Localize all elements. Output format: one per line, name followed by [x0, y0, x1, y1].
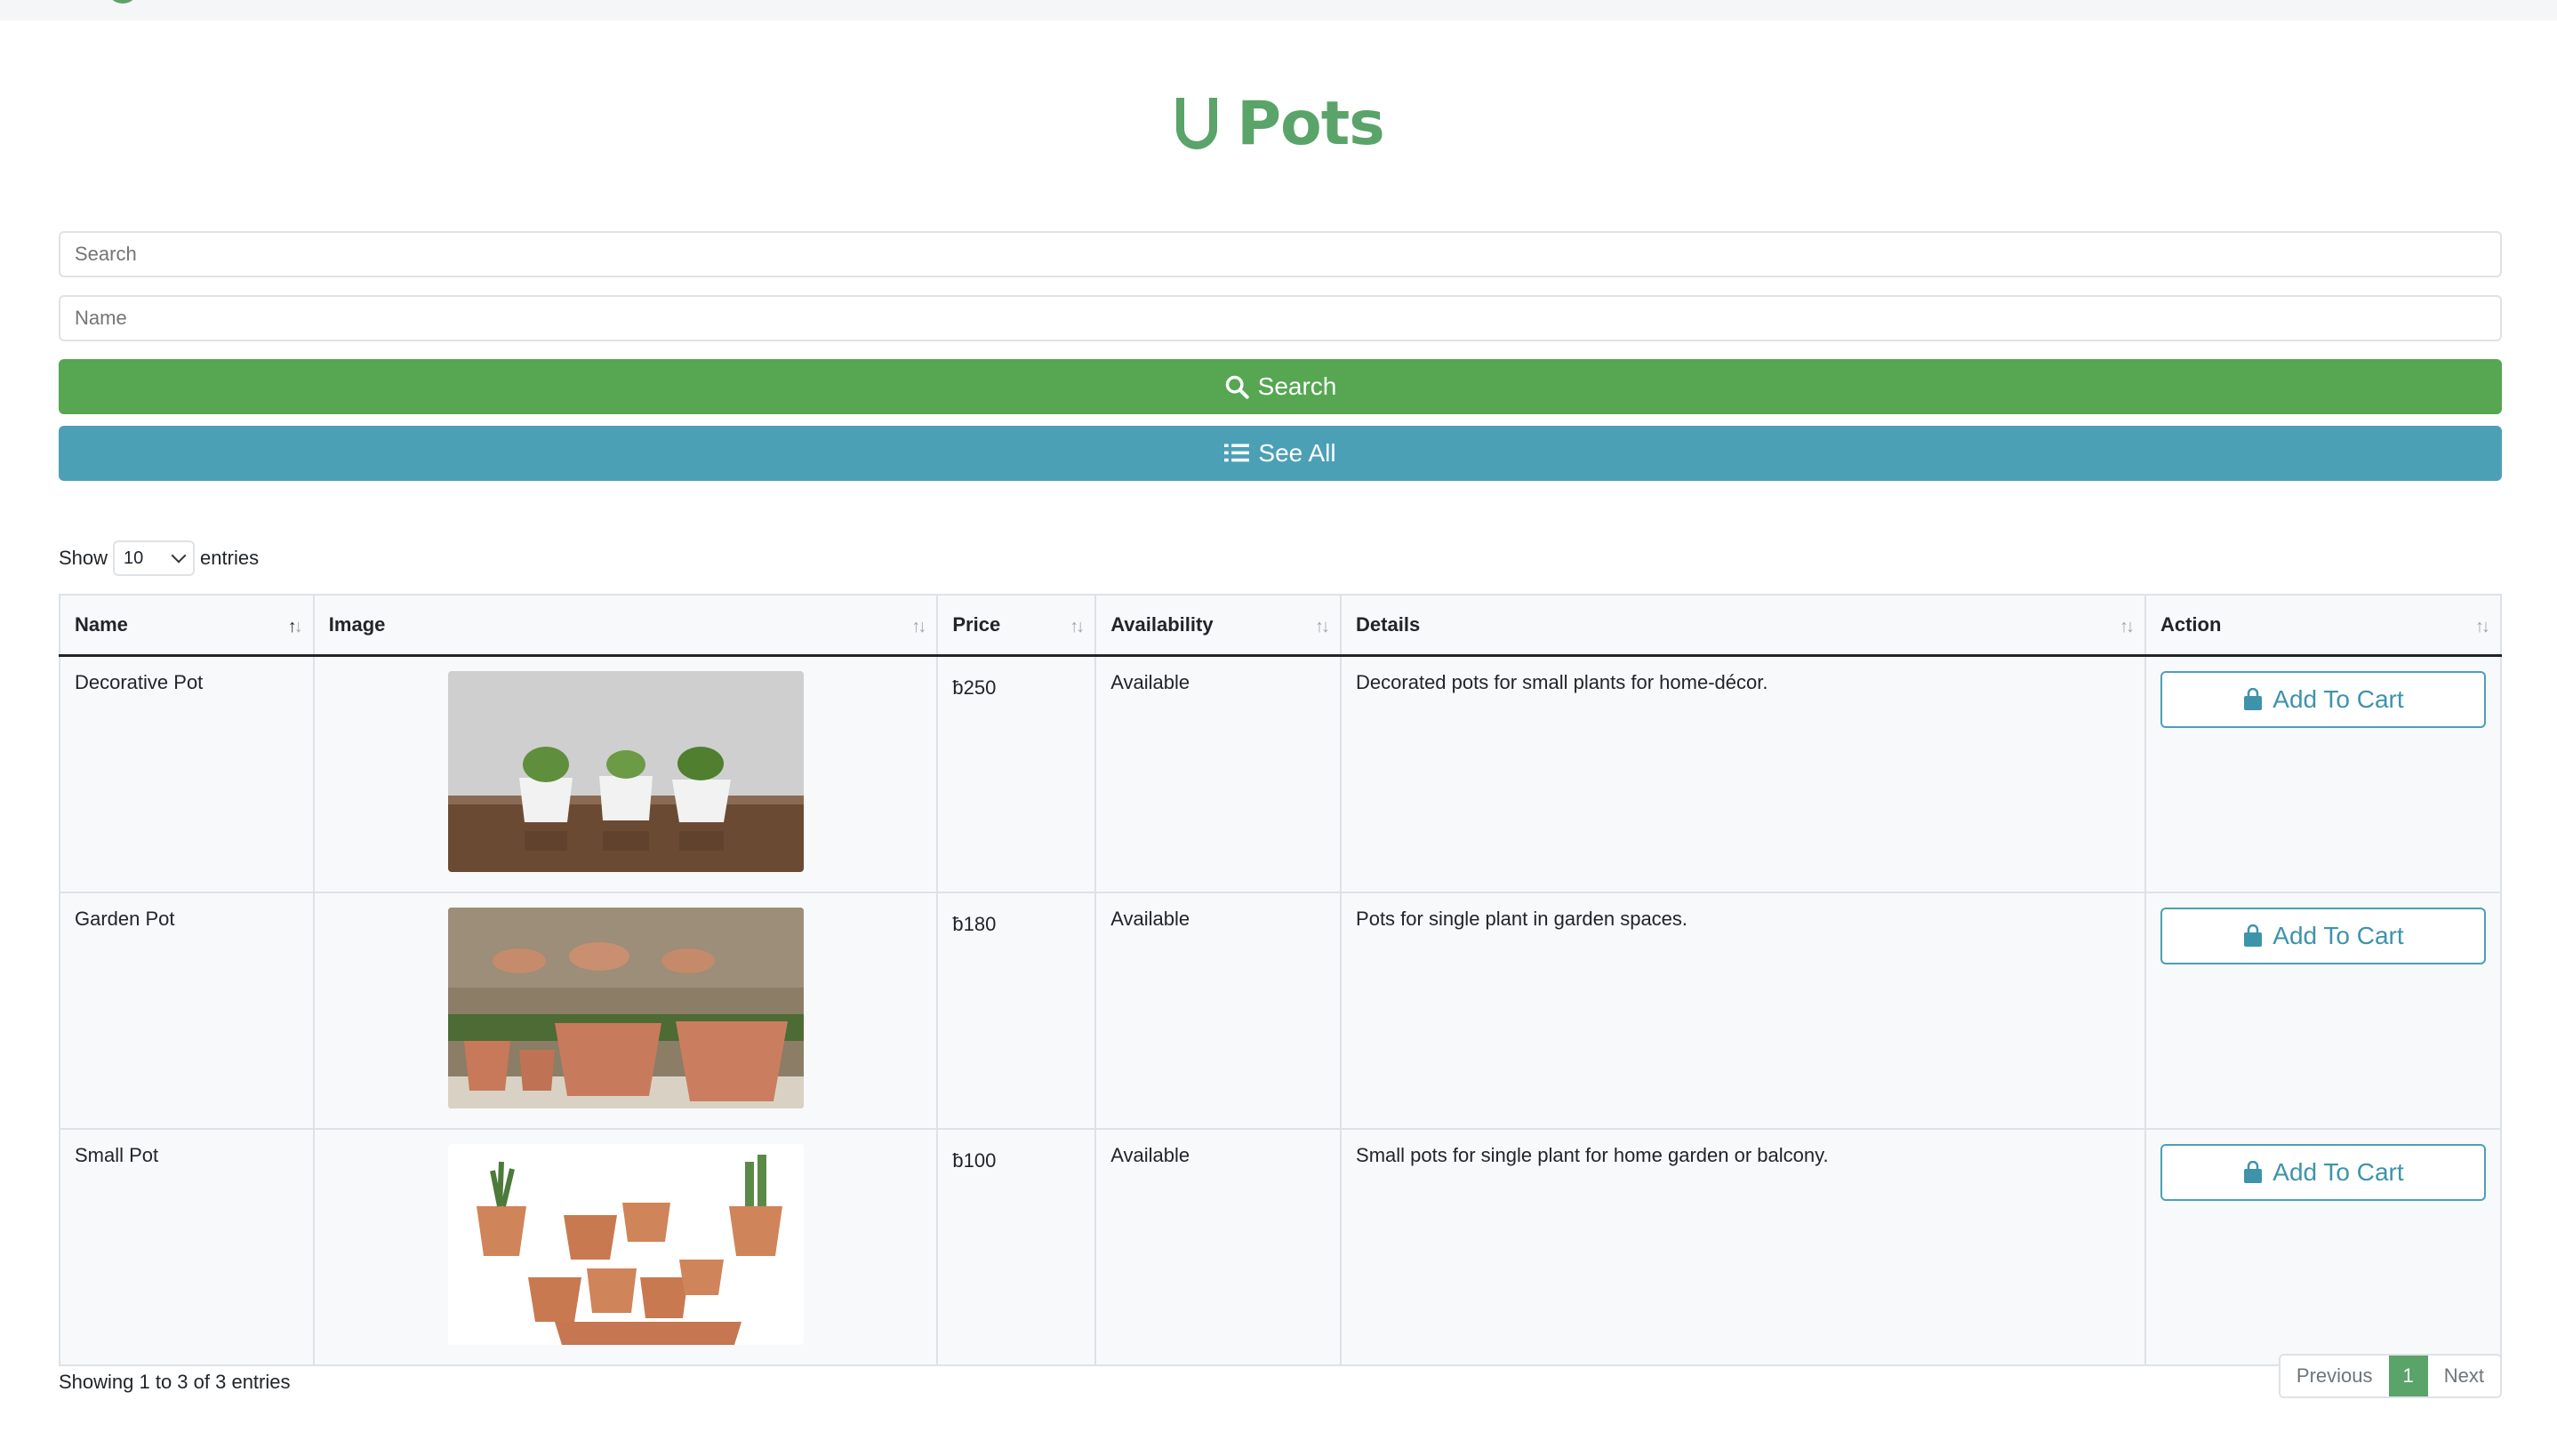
bag-icon [2244, 924, 2263, 947]
table-row: Decorative Pot ƀ250 Available Decorated … [59, 654, 2503, 893]
search-button[interactable]: Search [59, 359, 2502, 414]
cell-details: Pots for single plant in garden spaces. [1340, 891, 2146, 1130]
cell-name: Decorative Pot [59, 654, 315, 893]
entries-select-value: 10 [124, 548, 144, 568]
decorative-pot-image [447, 670, 804, 872]
sort-icon: ↑↓ [2119, 617, 2135, 636]
top-navbar [0, 0, 2557, 20]
cell-action: Add To Cart [2144, 1127, 2503, 1366]
column-header-label: Image [328, 612, 386, 636]
see-all-button-label: See All [1258, 439, 1336, 467]
cell-availability: Available [1094, 891, 1343, 1130]
cell-name: Garden Pot [59, 891, 315, 1130]
price-value: ƀ100 [952, 1148, 997, 1172]
u-logo-icon [1176, 98, 1218, 149]
page-title-text: Pots [1237, 89, 1385, 159]
previous-button[interactable]: Previous [2280, 1356, 2389, 1396]
page-button-current[interactable]: 1 [2388, 1356, 2428, 1396]
cell-price: ƀ100 [936, 1127, 1097, 1366]
add-to-cart-label: Add To Cart [2272, 1157, 2404, 1186]
cell-availability: Available [1094, 1127, 1343, 1366]
see-all-button[interactable]: See All [59, 426, 2502, 481]
sort-icon: ↑↓ [2475, 617, 2490, 636]
cell-image [312, 1127, 939, 1366]
price-value: ƀ180 [952, 912, 997, 935]
navbar-logo-fragment[interactable] [107, 0, 139, 4]
small-pot-image [447, 1143, 804, 1345]
cell-availability: Available [1094, 654, 1343, 893]
pagination: Previous 1 Next [2278, 1354, 2502, 1398]
search-input[interactable] [59, 231, 2502, 277]
sort-icon: ↑↓ [1315, 617, 1330, 636]
cell-name: Small Pot [59, 1127, 315, 1366]
column-header-name[interactable]: Name ↑↓ [59, 594, 315, 656]
column-header-availability[interactable]: Availability ↑↓ [1094, 594, 1343, 656]
column-header-label: Details [1356, 612, 1421, 636]
list-icon [1224, 444, 1250, 462]
bag-icon [2244, 1160, 2263, 1183]
search-icon [1225, 375, 1249, 399]
column-header-label: Price [952, 612, 1001, 636]
entries-label: entries [200, 547, 260, 569]
cell-price: ƀ180 [936, 891, 1097, 1130]
add-to-cart-label: Add To Cart [2272, 921, 2404, 949]
table-header-row: Name ↑↓ Image ↑↓ Price ↑↓ Availability ↑↓ De… [59, 594, 2503, 656]
add-to-cart-button[interactable]: Add To Cart [2160, 670, 2486, 728]
show-label: Show [59, 547, 108, 569]
table-row: Small Pot ƀ100 Available Small pots for … [59, 1127, 2503, 1366]
cell-price: ƀ250 [936, 654, 1097, 893]
column-header-action[interactable]: Action ↑↓ [2144, 594, 2503, 656]
add-to-cart-label: Add To Cart [2272, 684, 2404, 713]
entries-length-control: Show 10 entries [59, 540, 259, 576]
price-value: ƀ250 [952, 676, 997, 699]
garden-pot-image [447, 907, 804, 1108]
column-header-details[interactable]: Details ↑↓ [1340, 594, 2146, 656]
cell-details: Decorated pots for small plants for home… [1340, 654, 2146, 893]
search-button-label: Search [1257, 372, 1337, 400]
add-to-cart-button[interactable]: Add To Cart [2160, 1143, 2486, 1201]
table-row: Garden Pot ƀ180 Available Pots for singl… [59, 891, 2503, 1130]
column-header-image[interactable]: Image ↑↓ [312, 594, 939, 656]
sort-asc-icon: ↑↓ [287, 617, 303, 636]
column-header-label: Name [75, 612, 128, 636]
cell-details: Small pots for single plant for home gar… [1340, 1127, 2146, 1366]
cell-image [312, 891, 939, 1130]
cell-action: Add To Cart [2144, 891, 2503, 1130]
column-header-price[interactable]: Price ↑↓ [936, 594, 1097, 656]
cell-image [312, 654, 939, 893]
column-header-label: Availability [1110, 612, 1214, 636]
bag-icon [2244, 687, 2263, 710]
next-button[interactable]: Next [2427, 1356, 2500, 1396]
table-info: Showing 1 to 3 of 3 entries [59, 1371, 291, 1393]
sort-icon: ↑↓ [1070, 617, 1085, 636]
sort-icon: ↑↓ [911, 617, 926, 636]
chevron-down-icon [171, 548, 187, 564]
products-table: Name ↑↓ Image ↑↓ Price ↑↓ Availability ↑↓ De… [59, 594, 2503, 1366]
entries-select[interactable]: 10 [113, 540, 196, 576]
page-title: Pots [59, 89, 2502, 159]
name-input[interactable] [59, 295, 2502, 341]
cell-action: Add To Cart [2144, 654, 2503, 893]
add-to-cart-button[interactable]: Add To Cart [2160, 907, 2486, 964]
column-header-label: Action [2160, 612, 2222, 636]
